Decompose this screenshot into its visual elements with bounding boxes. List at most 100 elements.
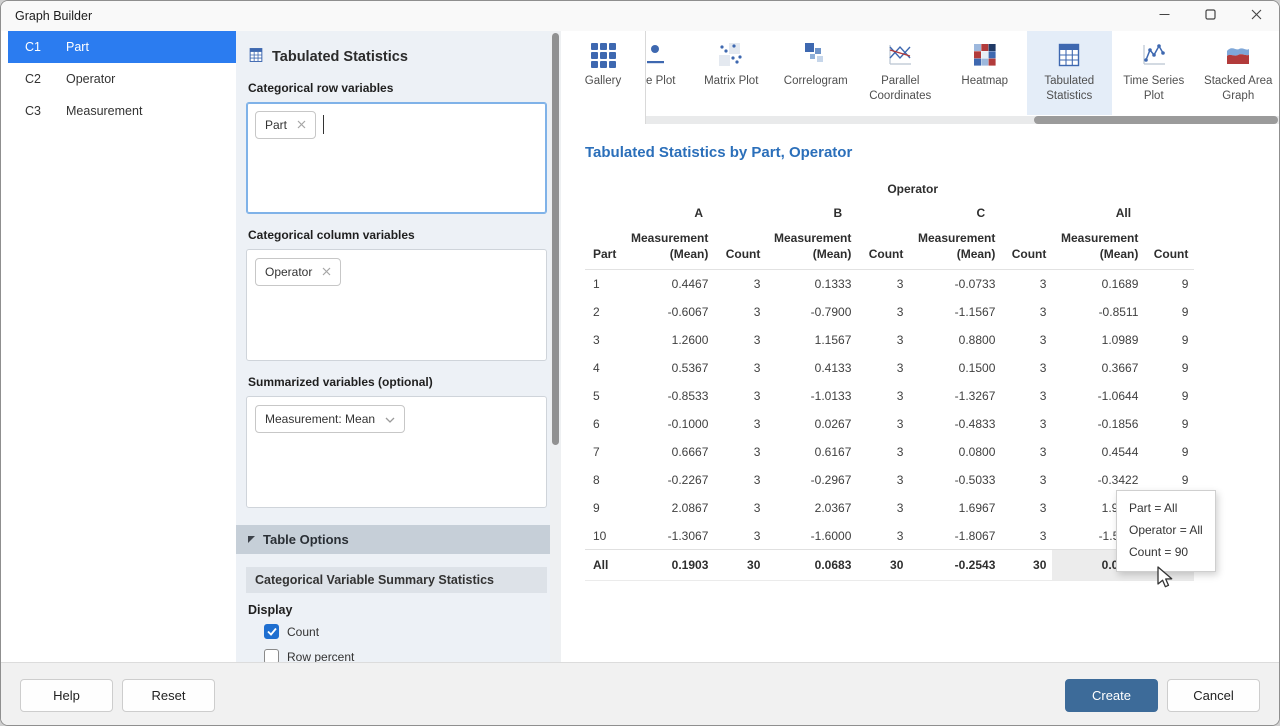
gallery-item-correlogram[interactable]: Correlogram <box>774 31 859 115</box>
column-id: C2 <box>8 72 66 86</box>
column-name: Part <box>66 40 89 54</box>
gallery-item-parallel-coordinates[interactable]: Parallel Coordinates <box>858 31 943 115</box>
value-cell: 9 <box>1144 326 1194 354</box>
gallery-item-e-plot[interactable]: e Plot <box>646 31 689 115</box>
sidebar-column-part[interactable]: C1Part <box>8 31 236 63</box>
builder-panel-header: Tabulated Statistics <box>248 47 547 67</box>
sidebar-column-measurement[interactable]: C3Measurement <box>8 95 236 127</box>
column-variables-label: Categorical column variables <box>248 228 547 242</box>
value-cell: -0.8511 <box>1052 298 1144 326</box>
summarized-variables-label: Summarized variables (optional) <box>248 375 547 389</box>
row-variables-input[interactable]: Part <box>246 102 547 214</box>
value-cell: 3 <box>857 326 909 354</box>
part-cell: 1 <box>585 270 631 298</box>
value-cell: -0.1856 <box>1052 410 1144 438</box>
value-cell: 1.0989 <box>1052 326 1144 354</box>
tooltip-line: Operator = All <box>1129 523 1203 537</box>
table-options-header[interactable]: Table Options <box>236 525 561 554</box>
value-cell: 1.6967 <box>909 494 1001 522</box>
row-variables-label: Categorical row variables <box>248 81 547 95</box>
value-cell: 2.0867 <box>631 494 714 522</box>
variable-chip-operator[interactable]: Operator <box>255 258 341 286</box>
table-row: 5-0.85333-1.01333-1.32673-1.06449 <box>585 382 1194 410</box>
reset-button[interactable]: Reset <box>122 679 215 712</box>
part-cell: 7 <box>585 438 631 466</box>
value-cell: 9 <box>1144 298 1194 326</box>
value-cell: -0.6067 <box>631 298 714 326</box>
value-cell: 30 <box>1001 550 1052 581</box>
part-cell: 3 <box>585 326 631 354</box>
count-header: Count <box>857 230 909 270</box>
table-row: 70.666730.616730.080030.45449 <box>585 438 1194 466</box>
table-row: 92.086732.036731.696731.94009 <box>585 494 1194 522</box>
table-row: 10.446730.13333-0.073330.16899 <box>585 270 1194 298</box>
value-cell: 30 <box>857 550 909 581</box>
summarized-variables-input[interactable]: Measurement: Mean <box>246 396 547 508</box>
chip-remove-icon[interactable] <box>322 265 331 279</box>
maximize-button[interactable] <box>1187 1 1233 31</box>
table-row: 8-0.22673-0.29673-0.50333-0.34229 <box>585 466 1194 494</box>
tabulated-statistics-table: OperatorABCAllPartMeasurement(Mean)Count… <box>585 178 1194 581</box>
table-row: 6-0.100030.02673-0.48333-0.18569 <box>585 410 1194 438</box>
sidebar-column-operator[interactable]: C2Operator <box>8 63 236 95</box>
value-cell: 0.1903 <box>631 550 714 581</box>
value-cell: -0.0733 <box>909 270 1001 298</box>
value-cell: 3 <box>714 466 766 494</box>
value-cell: 3 <box>714 438 766 466</box>
table-row: 10-1.30673-1.60003-1.80673-1.57119 <box>585 522 1194 550</box>
value-cell: 0.0800 <box>909 438 1001 466</box>
gallery-item-time-series-plot[interactable]: Time Series Plot <box>1112 31 1197 115</box>
gallery-scrollbar[interactable] <box>646 116 1280 124</box>
gallery-scrollbar-thumb[interactable] <box>1034 116 1278 124</box>
value-cell: 9 <box>1144 410 1194 438</box>
variable-chip-measurement[interactable]: Measurement: Mean <box>255 405 405 433</box>
column-variables-input[interactable]: Operator <box>246 249 547 361</box>
create-button[interactable]: Create <box>1065 679 1158 712</box>
table-row: 40.536730.413330.150030.36679 <box>585 354 1194 382</box>
part-cell: All <box>585 550 631 581</box>
operator-group-header: Operator <box>631 178 1194 200</box>
value-cell: 1.2600 <box>631 326 714 354</box>
value-cell: 3 <box>714 382 766 410</box>
value-cell: 3 <box>714 326 766 354</box>
gallery-item-label: Time Series Plot <box>1113 74 1195 104</box>
gallery-item-label: Gallery <box>585 74 621 89</box>
close-button[interactable] <box>1233 1 1279 31</box>
measurement-mean-header: Measurement(Mean) <box>1052 230 1144 270</box>
part-cell: 10 <box>585 522 631 550</box>
checkbox-count[interactable]: Count <box>264 624 547 639</box>
chip-label: Measurement: Mean <box>265 412 375 426</box>
gallery-item-gallery[interactable]: Gallery <box>561 31 646 124</box>
summary-statistics-header: Categorical Variable Summary Statistics <box>246 567 547 593</box>
value-cell: 3 <box>1001 270 1052 298</box>
value-cell: 0.4467 <box>631 270 714 298</box>
gallery-item-matrix-plot[interactable]: Matrix Plot <box>689 31 774 115</box>
value-cell: 3 <box>857 466 909 494</box>
variable-chip-part[interactable]: Part <box>255 111 316 139</box>
gallery-item-heatmap[interactable]: Heatmap <box>943 31 1028 115</box>
chip-dropdown-icon[interactable] <box>385 412 395 426</box>
results-title: Tabulated Statistics by Part, Operator <box>585 144 1278 161</box>
value-cell: 3 <box>1001 354 1052 382</box>
gallery-item-stacked-area-graph[interactable]: Stacked Area Graph <box>1196 31 1280 115</box>
builder-panel-scrollbar[interactable] <box>550 31 561 662</box>
checkbox-unchecked-icon[interactable] <box>264 649 279 662</box>
value-cell: 9 <box>1144 270 1194 298</box>
measurement-mean-header: Measurement(Mean) <box>909 230 1001 270</box>
checkbox-checked-icon[interactable] <box>264 624 279 639</box>
cancel-button[interactable]: Cancel <box>1167 679 1260 712</box>
part-cell: 4 <box>585 354 631 382</box>
value-cell: 2.0367 <box>766 494 857 522</box>
totals-row: All0.1903300.068330-0.2543300.001490 <box>585 550 1194 581</box>
help-button[interactable]: Help <box>20 679 113 712</box>
chip-remove-icon[interactable] <box>297 118 306 132</box>
dialog-footer: Help Reset Create Cancel <box>1 662 1279 726</box>
table-options-label: Table Options <box>263 532 349 547</box>
builder-panel-scrollbar-thumb[interactable] <box>552 33 559 445</box>
checkbox-row-percent[interactable]: Row percent <box>264 649 547 662</box>
minimize-button[interactable] <box>1141 1 1187 31</box>
gallery-item-tabulated-statistics[interactable]: Tabulated Statistics <box>1027 31 1112 115</box>
value-cell: 3 <box>714 354 766 382</box>
gallery-item-label: Matrix Plot <box>704 74 758 89</box>
value-cell: -0.2543 <box>909 550 1001 581</box>
